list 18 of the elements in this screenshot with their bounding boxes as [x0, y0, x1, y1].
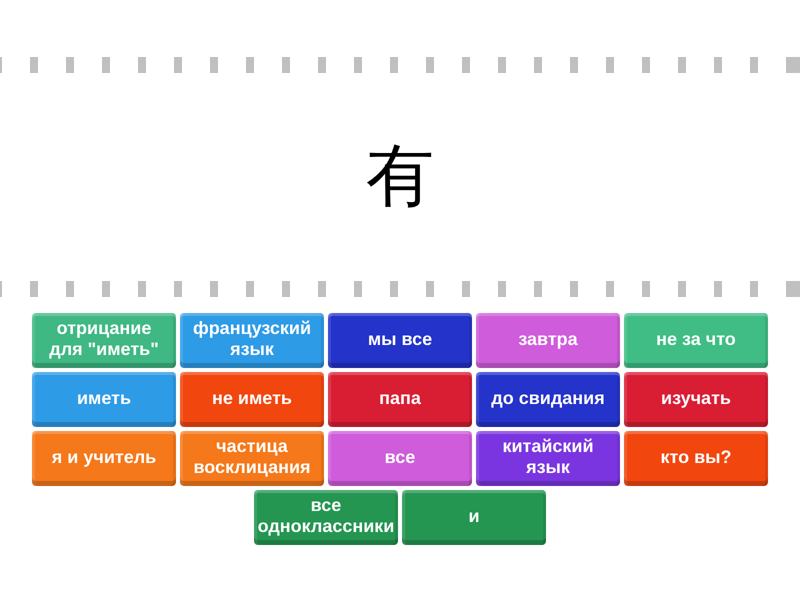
answer-tile[interactable]: до свидания: [476, 372, 620, 427]
answer-tile[interactable]: завтра: [476, 313, 620, 368]
answer-tile[interactable]: иметь: [32, 372, 176, 427]
answer-tile[interactable]: китайский язык: [476, 431, 620, 486]
answer-tile[interactable]: не за что: [624, 313, 768, 368]
answer-tile[interactable]: я и учитель: [32, 431, 176, 486]
answer-tile[interactable]: мы все: [328, 313, 472, 368]
answer-tile[interactable]: частица восклицания: [180, 431, 324, 486]
answer-tile[interactable]: все одноклассники: [254, 490, 398, 545]
answer-tile[interactable]: папа: [328, 372, 472, 427]
answer-tile[interactable]: и: [402, 490, 546, 545]
answer-tile[interactable]: французский язык: [180, 313, 324, 368]
answer-tile[interactable]: все: [328, 431, 472, 486]
answer-tile[interactable]: не иметь: [180, 372, 324, 427]
answer-tile[interactable]: изучать: [624, 372, 768, 427]
answer-tile[interactable]: отрицание для "иметь": [32, 313, 176, 368]
question-character: 有: [366, 143, 434, 211]
answer-tile[interactable]: кто вы?: [624, 431, 768, 486]
